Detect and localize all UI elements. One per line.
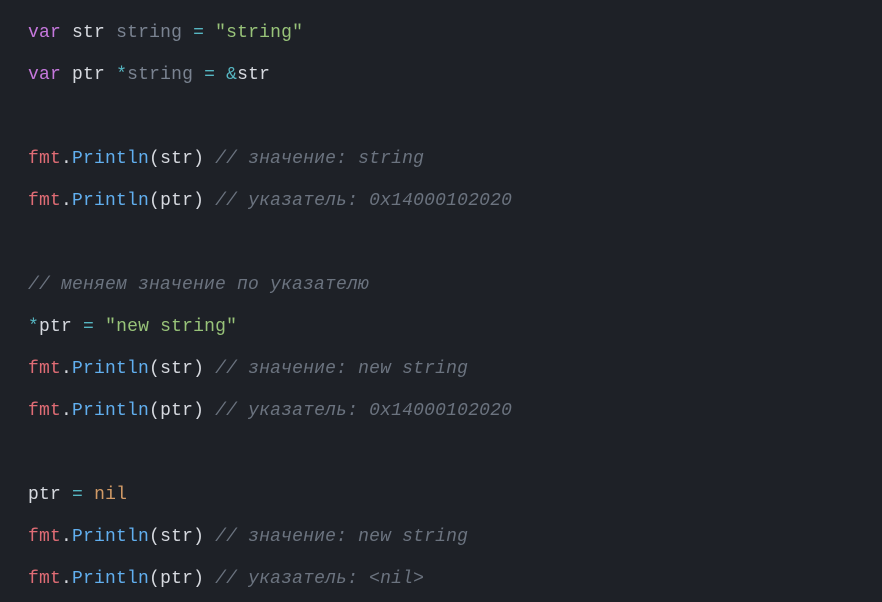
code-token: var xyxy=(28,65,61,85)
code-line: fmt.Println(ptr) // указатель: 0x1400010… xyxy=(28,180,854,222)
code-line xyxy=(28,96,854,138)
code-token xyxy=(204,359,215,379)
code-token: ( xyxy=(149,149,160,169)
code-token: string xyxy=(127,65,193,85)
code-token: ) xyxy=(193,191,204,211)
code-token xyxy=(94,317,105,337)
code-token: str xyxy=(160,149,193,169)
code-line: ptr = nil xyxy=(28,474,854,516)
code-token xyxy=(204,23,215,43)
code-token: ) xyxy=(193,401,204,421)
code-token xyxy=(193,65,204,85)
code-token: ( xyxy=(149,401,160,421)
code-token: // указатель: <nil> xyxy=(215,569,424,589)
code-block: var str string = "string"var ptr *string… xyxy=(28,12,854,600)
code-token xyxy=(204,569,215,589)
code-token xyxy=(182,23,193,43)
code-token: Println xyxy=(72,401,149,421)
code-token: "new string" xyxy=(105,317,237,337)
code-token: . xyxy=(61,191,72,211)
code-token: Println xyxy=(72,569,149,589)
code-token: // указатель: 0x14000102020 xyxy=(215,191,512,211)
code-token: nil xyxy=(94,485,127,505)
code-token: * xyxy=(116,65,127,85)
code-token xyxy=(204,191,215,211)
code-token: str xyxy=(160,527,193,547)
code-token: . xyxy=(61,401,72,421)
code-token: ptr xyxy=(160,569,193,589)
code-token: = xyxy=(204,65,215,85)
code-token: var xyxy=(28,23,61,43)
code-token xyxy=(83,485,94,505)
code-token xyxy=(204,149,215,169)
code-token: fmt xyxy=(28,527,61,547)
code-token: str xyxy=(72,23,105,43)
code-line: // меняем значение по указателю xyxy=(28,264,854,306)
code-line xyxy=(28,432,854,474)
code-token: // указатель: 0x14000102020 xyxy=(215,401,512,421)
code-token: Println xyxy=(72,359,149,379)
code-token: ) xyxy=(193,359,204,379)
code-token xyxy=(61,23,72,43)
code-token xyxy=(61,485,72,505)
code-token xyxy=(105,23,116,43)
code-token: Println xyxy=(72,149,149,169)
code-line: var ptr *string = &str xyxy=(28,54,854,96)
code-line: fmt.Println(str) // значение: new string xyxy=(28,348,854,390)
code-token xyxy=(61,65,72,85)
code-token: // значение: new string xyxy=(215,359,468,379)
code-token: . xyxy=(61,359,72,379)
code-token: ( xyxy=(149,527,160,547)
code-token: ) xyxy=(193,569,204,589)
code-token: ( xyxy=(149,569,160,589)
code-token: fmt xyxy=(28,149,61,169)
code-line xyxy=(28,222,854,264)
code-token xyxy=(204,401,215,421)
code-token: // значение: string xyxy=(215,149,424,169)
code-token: = xyxy=(83,317,94,337)
code-line: fmt.Println(ptr) // указатель: <nil> xyxy=(28,558,854,600)
code-token: fmt xyxy=(28,569,61,589)
code-token: ) xyxy=(193,527,204,547)
code-token: ( xyxy=(149,191,160,211)
code-line: var str string = "string" xyxy=(28,12,854,54)
code-token: ptr xyxy=(39,317,72,337)
code-token: str xyxy=(160,359,193,379)
code-token: ) xyxy=(193,149,204,169)
code-token: * xyxy=(28,317,39,337)
code-token: ptr xyxy=(72,65,105,85)
code-line: fmt.Println(ptr) // указатель: 0x1400010… xyxy=(28,390,854,432)
code-token xyxy=(215,65,226,85)
code-token: Println xyxy=(72,191,149,211)
code-token: fmt xyxy=(28,359,61,379)
code-token: . xyxy=(61,569,72,589)
code-token: = xyxy=(72,485,83,505)
code-token xyxy=(72,317,83,337)
code-token xyxy=(204,527,215,547)
code-line: *ptr = "new string" xyxy=(28,306,854,348)
code-token: . xyxy=(61,149,72,169)
code-token: & xyxy=(226,65,237,85)
code-token: ( xyxy=(149,359,160,379)
code-token: ptr xyxy=(160,191,193,211)
code-token: ptr xyxy=(160,401,193,421)
code-token: ptr xyxy=(28,485,61,505)
code-token: fmt xyxy=(28,401,61,421)
code-token: str xyxy=(237,65,270,85)
code-token: string xyxy=(116,23,182,43)
code-token: fmt xyxy=(28,191,61,211)
code-token: "string" xyxy=(215,23,303,43)
code-token: Println xyxy=(72,527,149,547)
code-token: . xyxy=(61,527,72,547)
code-line: fmt.Println(str) // значение: new string xyxy=(28,516,854,558)
code-token: = xyxy=(193,23,204,43)
code-token: // значение: new string xyxy=(215,527,468,547)
code-line: fmt.Println(str) // значение: string xyxy=(28,138,854,180)
code-token: // меняем значение по указателю xyxy=(28,275,369,295)
code-token xyxy=(105,65,116,85)
